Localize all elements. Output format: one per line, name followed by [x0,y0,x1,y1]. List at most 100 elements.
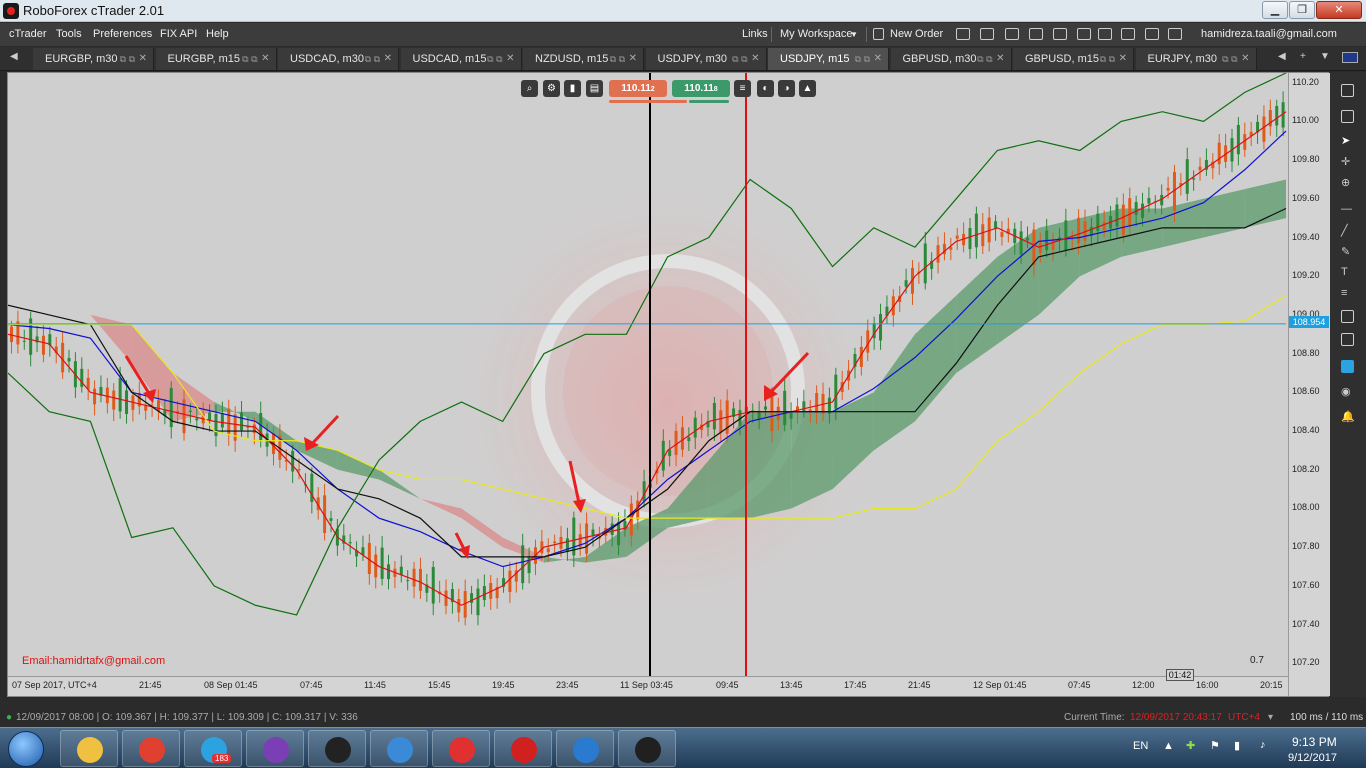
rectangle-tool-icon[interactable] [1341,333,1354,346]
horizontal-line-icon[interactable]: ― [1341,203,1354,216]
windows-icon[interactable] [956,28,970,40]
tab-close-icon[interactable]: ✕ [1119,48,1127,70]
tab-close-icon[interactable]: ✕ [874,48,882,70]
chart-area[interactable]: 110.20 110.00 109.80 109.60 109.40 109.20 109.… [7,72,1330,697]
tz-dropdown-icon[interactable]: ▾ [1268,712,1273,723]
menu-ctrader[interactable]: cTrader [9,28,47,40]
detach-icon[interactable] [1341,84,1354,97]
user-account[interactable]: hamidreza.taali@gmail.com [1201,28,1337,40]
add-tab-icon[interactable]: + [1300,51,1306,62]
network-icon[interactable]: ▮ [1234,739,1240,752]
sentiment-icon[interactable]: ◐ [757,80,774,97]
fibonacci-icon[interactable]: ≡ [1341,287,1354,300]
menu-tools[interactable]: Tools [56,28,82,40]
zoom-tool-icon[interactable]: ⊕ [1341,176,1354,189]
tab-close-icon[interactable]: ✕ [751,48,759,70]
pen-icon[interactable]: ✎ [1341,245,1354,258]
chart-tab[interactable]: USDJPY, m15 ⧉ ⧉ ✕ [768,48,889,70]
tab-close-icon[interactable]: ✕ [139,48,147,70]
sell-button[interactable]: 110.112 [609,80,667,97]
layout-icon[interactable] [1341,110,1354,123]
depth-icon[interactable]: ◑ [778,80,795,97]
crosshair-icon[interactable] [1005,28,1019,40]
taskbar-app[interactable] [494,730,552,767]
tab-detach-icon[interactable]: ⧉ ⧉ [1100,48,1115,70]
tab-detach-icon[interactable]: ⧉ ⧉ [977,48,992,70]
camera-icon[interactable]: ◉ [1341,385,1354,398]
taskbar-app[interactable] [246,730,304,767]
tab-close-icon[interactable]: ✕ [261,48,269,70]
timezone-value[interactable]: UTC+4 [1228,712,1260,723]
taskbar-app[interactable] [370,730,428,767]
tab-close-icon[interactable]: ✕ [384,48,392,70]
chart-tab[interactable]: USDJPY, m30 ⧉ ⧉ ✕ [645,48,767,70]
calendar-icon[interactable] [1053,28,1067,40]
taskbar-app[interactable] [122,730,180,767]
close-button[interactable]: ✕ [1316,1,1362,19]
color-picker-icon[interactable] [1341,360,1354,373]
chart-tab[interactable]: USDCAD, m30 ⧉ ⧉ ✕ [278,48,399,70]
pointer-icon[interactable]: ➤ [1341,134,1354,147]
tabs-left-icon[interactable]: ◀ [1278,51,1286,62]
tabs-left-arrow-icon[interactable]: ◀ [10,51,18,62]
circle-tool-icon[interactable] [1341,310,1354,323]
tab-detach-icon[interactable]: ⧉ ⧉ [120,48,135,70]
volume-icon[interactable]: ♪ [1260,739,1266,751]
zoom-icon[interactable]: ⌕ [521,80,538,97]
tray-app-icon[interactable]: ✚ [1186,739,1195,752]
tray-flag-icon[interactable]: ⚑ [1210,739,1220,752]
tab-close-icon[interactable]: ✕ [506,48,514,70]
chart-type-icon[interactable]: ▮ [564,80,581,97]
timeframe-icon[interactable]: ▤ [586,80,603,97]
trendline-icon[interactable]: ╱ [1341,224,1354,237]
taskbar-app[interactable] [618,730,676,767]
chart-tab[interactable]: EURGBP, m15 ⧉ ⧉ ✕ [155,48,277,70]
chart-canvas[interactable] [8,73,1288,676]
start-button[interactable] [8,731,44,767]
tab-close-icon[interactable]: ✕ [1241,48,1249,70]
menu-help[interactable]: Help [206,28,229,40]
chart-tab[interactable]: USDCAD, m15 ⧉ ⧉ ✕ [400,48,522,70]
tab-detach-icon[interactable]: ⧉ ⧉ [855,48,870,70]
tab-detach-icon[interactable]: ⧉ ⧉ [610,48,625,70]
chart-tab[interactable]: EURJPY, m30 ⧉ ⧉ ✕ [1135,48,1257,70]
tab-close-icon[interactable]: ✕ [996,48,1004,70]
chart-settings-icon[interactable]: ⚙ [543,80,560,97]
chat-icon[interactable] [1145,28,1159,40]
tab-detach-icon[interactable]: ⧉ ⧉ [242,48,257,70]
bell-icon[interactable]: 🔔 [1341,410,1355,423]
chart-tab[interactable]: NZDUSD, m15 ⧉ ⧉ ✕ [523,48,644,70]
fullscreen-icon[interactable] [1168,28,1182,40]
new-order-button[interactable]: New Order [890,28,943,40]
menu-preferences[interactable]: Preferences [93,28,152,40]
tab-detach-icon[interactable]: ⧉ ⧉ [732,48,747,70]
tab-detach-icon[interactable]: ⧉ ⧉ [1222,48,1237,70]
buy-button[interactable]: 110.118 [672,80,730,97]
draw-icon[interactable] [1029,28,1043,40]
price-axis[interactable] [1288,73,1330,696]
maximize-button[interactable]: ❐ [1289,1,1315,19]
chart-toggle-icon[interactable] [980,28,994,40]
crosshair-tool-icon[interactable]: ✛ [1341,155,1354,168]
chart-tab[interactable]: GBPUSD, m30 ⧉ ⧉ ✕ [890,48,1012,70]
taskbar-app[interactable] [432,730,490,767]
alarm-icon[interactable] [1121,28,1135,40]
taskbar-app[interactable] [60,730,118,767]
chart-tab[interactable]: GBPUSD, m15 ⧉ ⧉ ✕ [1013,48,1134,70]
language-indicator[interactable]: EN [1133,740,1148,752]
minimize-button[interactable]: ▁ [1262,1,1288,19]
menu-fix-api[interactable]: FIX API [160,28,197,40]
workspace-dropdown[interactable]: My Workspace [780,28,853,40]
tab-close-icon[interactable]: ✕ [629,48,637,70]
template-icon[interactable]: ▲ [799,80,816,97]
taskbar-app[interactable] [556,730,614,767]
links-button[interactable]: Links [742,28,768,40]
tab-detach-icon[interactable]: ⧉ ⧉ [365,48,380,70]
sync-icon[interactable] [1077,28,1091,40]
clock-time[interactable]: 9:13 PM [1292,735,1337,749]
clock-date[interactable]: 9/12/2017 [1288,752,1337,764]
tray-expand-icon[interactable]: ▲ [1163,740,1174,752]
taskbar-app[interactable] [308,730,366,767]
tab-detach-icon[interactable]: ⧉ ⧉ [487,48,502,70]
chart-tab[interactable]: EURGBP, m30 ⧉ ⧉ ✕ [33,48,154,70]
